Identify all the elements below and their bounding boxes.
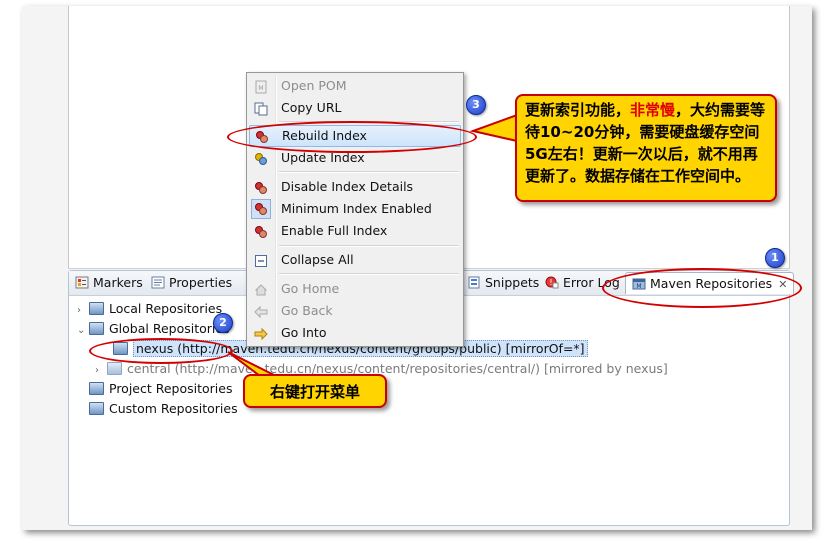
callout-text: 更新索引功能， [525, 101, 631, 119]
step-badge-2: 2 [213, 313, 233, 333]
step-badge-3: 3 [466, 95, 486, 115]
callout-text: 右键打开菜单 [269, 383, 360, 401]
annotation-overlay [227, 113, 518, 377]
callout-rebuild-note: 更新索引功能，非常慢，大约需要等待10~20分钟，需要硬盘缓存空间5G左右！更新… [515, 94, 777, 202]
callout-right-click-note: 右键打开菜单 [243, 374, 387, 408]
step-badge-1: 1 [765, 248, 785, 268]
callout-pointer-bottom [227, 351, 277, 377]
callout-emphasis: 非常慢 [630, 101, 676, 119]
callout-pointer-top [469, 113, 518, 143]
